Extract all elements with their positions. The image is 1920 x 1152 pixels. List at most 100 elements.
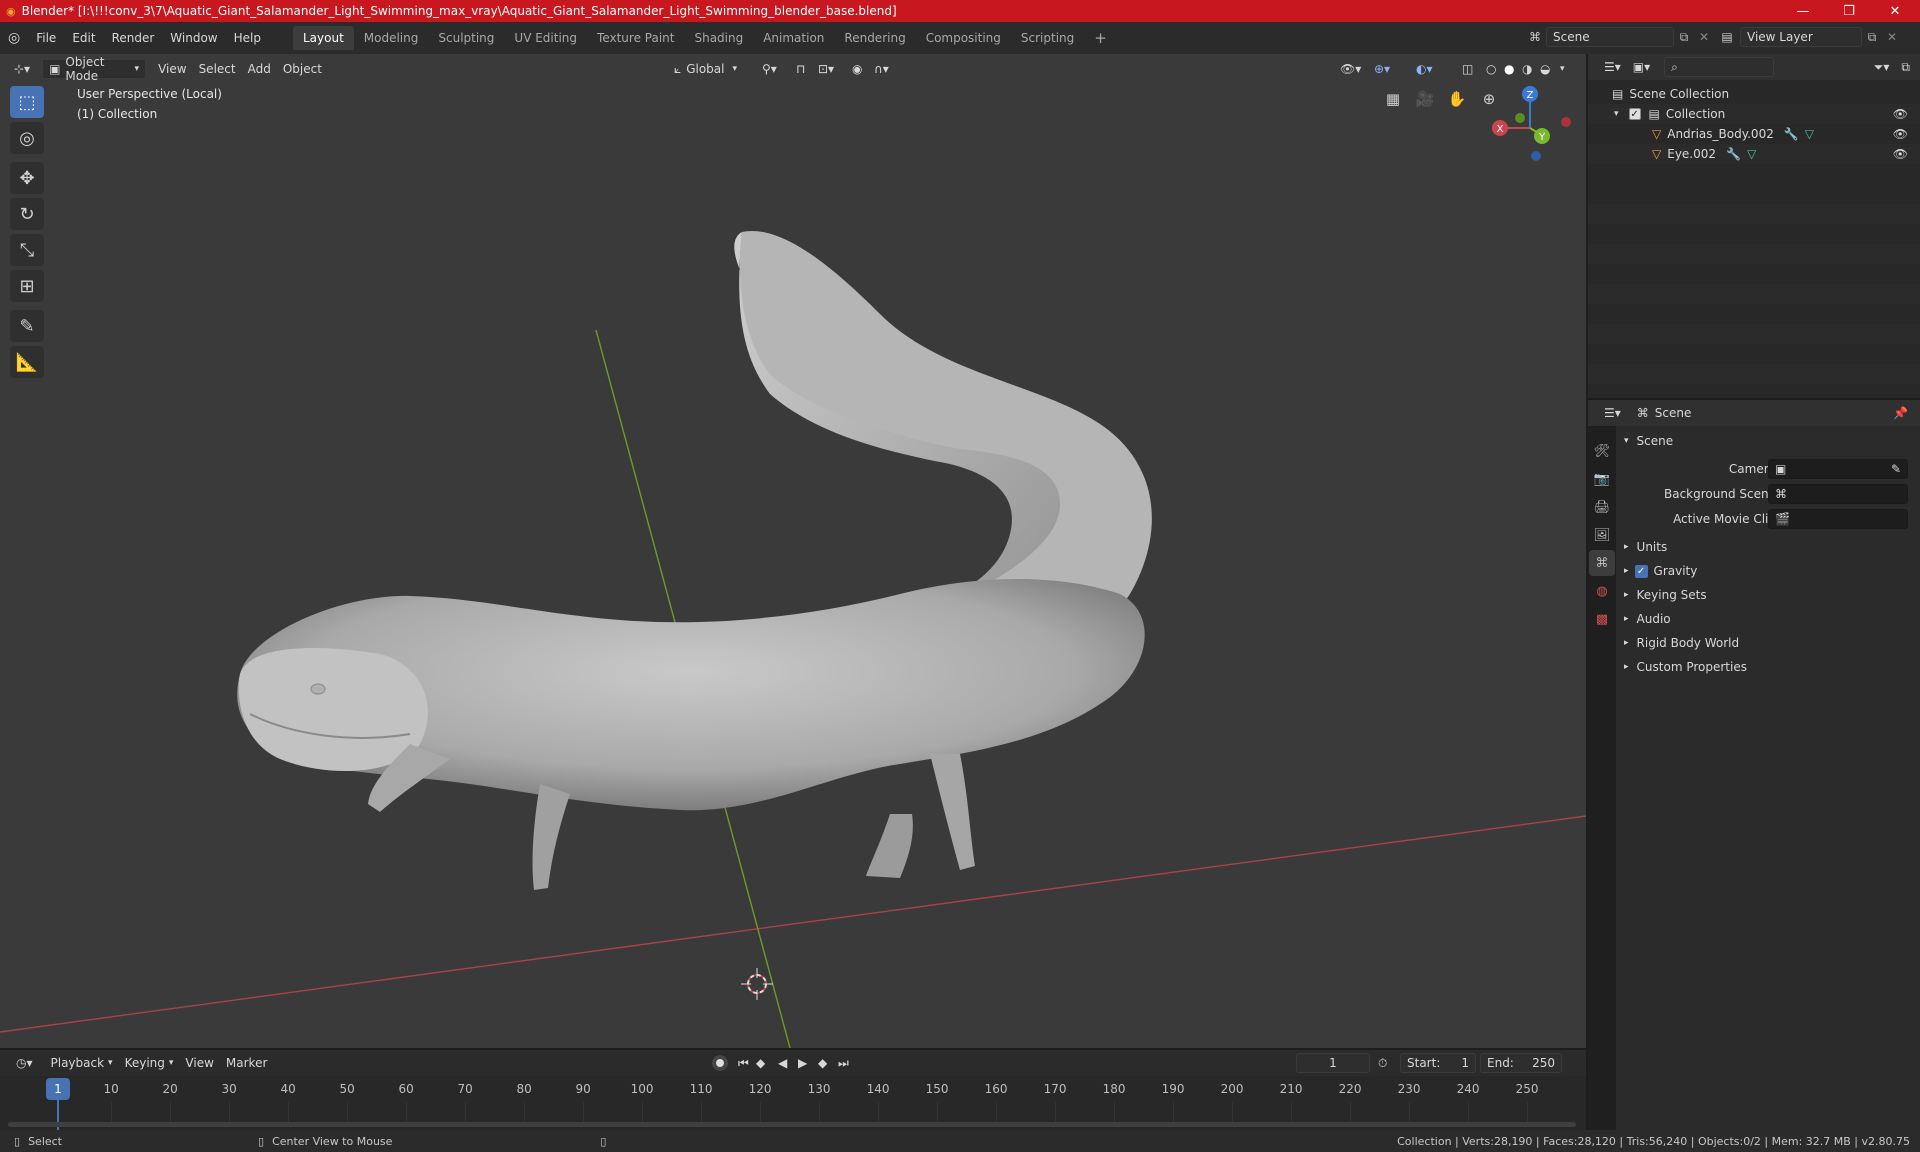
menu-playback[interactable]: Playback ▾ [45, 1053, 119, 1073]
eye-icon[interactable]: 👁 [1893, 127, 1908, 141]
select-box-icon[interactable]: ⬚ [10, 86, 44, 118]
delete-scene-icon[interactable]: ✕ [1694, 30, 1714, 44]
overlays-icon[interactable]: ◐▾ [1410, 59, 1439, 79]
gizmo-neg-z-icon[interactable] [1531, 151, 1541, 161]
audio-panel-header[interactable]: ▸ Audio [1620, 608, 1916, 630]
outliner-row[interactable]: ▤ Scene Collection [1588, 84, 1920, 104]
gravity-checkbox[interactable]: ✓ [1634, 564, 1648, 578]
gizmo-toggle-icon[interactable]: ⊕▾ [1368, 59, 1396, 79]
zoom-icon[interactable]: ⊕ [1476, 86, 1502, 112]
timeline-editor-type-icon[interactable]: ◷▾ [10, 1053, 39, 1073]
camera-view-icon[interactable]: 🎥 [1412, 86, 1438, 112]
current-frame-field[interactable]: 1 [1296, 1053, 1370, 1073]
grid-icon[interactable]: ▦ [1380, 86, 1406, 112]
jump-end-icon[interactable]: ⏭ [838, 1056, 849, 1071]
units-panel-header[interactable]: ▸ Units [1620, 536, 1916, 558]
menu-window[interactable]: Window [162, 22, 225, 54]
tab-uv-editing[interactable]: UV Editing [504, 26, 587, 50]
playhead[interactable]: 1 [46, 1078, 70, 1100]
tool-tab-icon[interactable]: 🛠 [1589, 438, 1615, 464]
output-tab-icon[interactable]: 🖨 [1589, 494, 1615, 520]
measure-icon[interactable]: 📐 [10, 346, 44, 378]
play-reverse-icon[interactable]: ◀ [778, 1056, 787, 1070]
timeline-ruler[interactable]: 10 20 30 40 50 60 70 80 90 100 110 120 130 140 150 160 1… [0, 1076, 1586, 1122]
gravity-panel-header[interactable]: ▸ ✓ Gravity [1620, 560, 1916, 582]
menu-select[interactable]: Select [193, 59, 242, 79]
timeline-scrollbar[interactable] [8, 1122, 1576, 1127]
visibility-icon[interactable]: 👁▾ [1334, 59, 1367, 79]
xray-icon[interactable]: ◫ [1456, 59, 1479, 79]
pivot-point-icon[interactable]: ⚲▾ [756, 59, 783, 79]
filter-icon[interactable]: ⏷▾ [1868, 57, 1896, 77]
outliner-search-input[interactable]: ⌕ [1664, 57, 1775, 77]
tab-scripting[interactable]: Scripting [1011, 26, 1084, 50]
record-icon[interactable] [712, 1055, 728, 1071]
view-layer-icon[interactable]: ▤ [1714, 30, 1740, 44]
outliner-row[interactable]: ▽ Eye.002 🔧 ▽ 👁 [1588, 144, 1920, 164]
modifier-wrench-icon[interactable]: 🔧 [1784, 127, 1799, 141]
menu-help[interactable]: Help [226, 22, 269, 54]
texture-tab-icon[interactable]: ▩ [1589, 606, 1615, 632]
properties-editor-type-icon[interactable]: ☰▾ [1598, 403, 1627, 423]
pin-icon[interactable]: 📌 [1893, 406, 1908, 420]
menu-file[interactable]: File [28, 22, 64, 54]
add-workspace-button[interactable]: + [1084, 26, 1117, 50]
scene-icon[interactable]: ⌘ [1524, 30, 1546, 44]
tab-compositing[interactable]: Compositing [916, 26, 1011, 50]
menu-marker[interactable]: Marker [220, 1053, 273, 1073]
clock-icon[interactable]: ⏱ [1378, 1056, 1387, 1071]
3d-viewport[interactable]: Z X Y [0, 54, 1586, 1048]
mesh-data-icon[interactable]: ▽ [1747, 147, 1756, 161]
prev-keyframe-icon[interactable]: ◆ [756, 1056, 765, 1070]
hand-pan-icon[interactable]: ✋ [1444, 86, 1470, 112]
close-button[interactable]: ✕ [1872, 0, 1918, 22]
menu-render[interactable]: Render [104, 22, 163, 54]
transform-icon[interactable]: ⊞ [10, 270, 44, 302]
expand-arrow-icon[interactable]: ▾ [1614, 109, 1619, 119]
shading-options-icon[interactable]: ▾ [1554, 59, 1571, 79]
tab-animation[interactable]: Animation [753, 26, 834, 50]
object-mode-dropdown[interactable]: ▣ Object Mode ▾ [42, 55, 147, 83]
menu-timeline-view[interactable]: View [179, 1053, 219, 1073]
active-movie-clip-field[interactable]: 🎬 [1768, 509, 1908, 529]
world-tab-icon[interactable]: ◍ [1589, 578, 1615, 604]
display-mode-icon[interactable]: ▣▾ [1627, 57, 1656, 77]
editor-type-icon[interactable]: ⊹▾ [8, 59, 36, 79]
jump-start-icon[interactable]: ⏮ [738, 1056, 749, 1071]
modifier-wrench-icon[interactable]: 🔧 [1726, 147, 1741, 161]
rigid-body-world-panel-header[interactable]: ▸ Rigid Body World [1620, 632, 1916, 654]
view-layer-selector[interactable]: View Layer [1740, 27, 1862, 47]
tab-rendering[interactable]: Rendering [834, 26, 915, 50]
new-scene-icon[interactable]: ⧉ [1674, 30, 1694, 45]
outliner-editor-type-icon[interactable]: ☰▾ [1598, 57, 1627, 77]
render-tab-icon[interactable]: 📷 [1589, 466, 1615, 492]
gizmo-neg-y-icon[interactable] [1515, 113, 1525, 123]
navigation-gizmo[interactable]: Z X Y [1492, 86, 1571, 161]
next-keyframe-icon[interactable]: ◆ [818, 1056, 827, 1070]
custom-properties-panel-header[interactable]: ▸ Custom Properties [1620, 656, 1916, 678]
falloff-icon[interactable]: ∩▾ [868, 59, 895, 79]
maximize-button[interactable]: ❐ [1826, 0, 1872, 22]
outliner-row[interactable]: ▽ Andrias_Body.002 🔧 ▽ 👁 [1588, 124, 1920, 144]
menu-add[interactable]: Add [242, 59, 277, 79]
eye-icon[interactable]: 👁 [1893, 147, 1908, 161]
menu-object[interactable]: Object [277, 59, 328, 79]
view-layer-tab-icon[interactable]: 🖼 [1589, 522, 1615, 548]
new-view-layer-icon[interactable]: ⧉ [1862, 30, 1882, 45]
camera-field[interactable]: ▣ ✎ [1768, 459, 1908, 479]
background-scene-field[interactable]: ⌘ [1768, 484, 1908, 504]
menu-keying[interactable]: Keying ▾ [119, 1053, 180, 1073]
annotate-icon[interactable]: ✎ [10, 310, 44, 342]
rotate-icon[interactable]: ↻ [10, 198, 44, 230]
outliner-row[interactable]: ▾ ✓ ▤ Collection 👁 [1588, 104, 1920, 124]
menu-view[interactable]: View [152, 59, 192, 79]
start-frame-field[interactable]: Start: 1 [1400, 1053, 1476, 1073]
move-icon[interactable]: ✥ [10, 162, 44, 194]
eye-icon[interactable]: 👁 [1893, 107, 1908, 121]
tab-modeling[interactable]: Modeling [354, 26, 429, 50]
tab-sculpting[interactable]: Sculpting [428, 26, 504, 50]
delete-view-layer-icon[interactable]: ✕ [1882, 30, 1902, 44]
scene-panel-header[interactable]: ▾ Scene [1620, 430, 1916, 452]
end-frame-field[interactable]: End: 250 [1480, 1053, 1562, 1073]
mesh-data-icon[interactable]: ▽ [1805, 127, 1814, 141]
